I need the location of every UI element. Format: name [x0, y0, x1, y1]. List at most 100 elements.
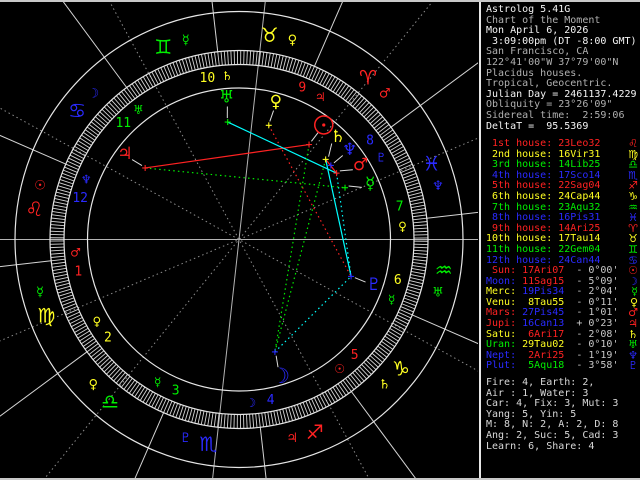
house-cusp-text: 6th house: 24Cap44: [486, 190, 601, 202]
planet-position: 6Ari17: [522, 328, 565, 340]
pluto-planet-icon: ♇: [366, 275, 381, 295]
mercury-planet-icon: ☿: [365, 174, 375, 194]
scorpio-ruler-icon: ♇: [180, 431, 192, 446]
moon-planet-icon: ☽: [271, 364, 290, 388]
leo-sign-icon: ♌: [25, 197, 43, 221]
element-tally-list: Fire: 4, Earth: 2, Air : 1, Water: 3 Car: …: [486, 377, 640, 452]
astrolog-window: ♈ ♂ ♉ ♀ ♊ ☿ ♋ ☽ ♌ ☉ ♍ ☿ ♎ ♀ ♏ ♇ ♐ ♃ ♑ ♄ ♒ ♅ ♓ ♆ 1 ♂ 2 ♀ 3 ☿ 4 ☽ 5 ☉ 6 ☿ 7 ♀ 8 ♇…: [0, 0, 640, 480]
aries-sign-icon: ♈: [359, 66, 377, 90]
planet-position: 27Pis45: [522, 307, 565, 319]
house-10-number: 10: [200, 71, 216, 86]
planet-position: 29Tau02: [522, 339, 565, 351]
planet-latitude: - 0°00': [564, 265, 619, 276]
header-line-6: 122°41'00"W 37°79'00"N: [486, 56, 619, 68]
natal-wheel-chart: ♈♂♉ ♀♊ ☿♋☽♌☉♍☿♎♀♏♇ ♐♃♑♄♒♅♓♆1♂2♀3☿4☽5☉6☿7♀8♇…: [0, 2, 478, 478]
planet-latitude: - 2°08': [564, 328, 619, 340]
venus-planet-icon: ♀: [270, 92, 282, 112]
house-4-number: 4: [267, 393, 275, 408]
pisces-sign-icon: ♓: [423, 152, 441, 176]
taurus-ruler-icon: ♀: [288, 33, 298, 48]
house-cusp-text: 1st house: 23Leo32: [486, 138, 601, 149]
scorpio-sign-icon: ♏: [199, 432, 217, 456]
house-3-ruler-icon: ☿: [154, 375, 161, 389]
chart-header: Astrolog 5.41G Chart of the Moment Mon Apr…: [486, 4, 640, 132]
sagittarius-sign-icon: ♐: [306, 420, 324, 444]
house-4-ruler-icon: ☽: [245, 396, 256, 410]
info-panel: Astrolog 5.41G Chart of the Moment Mon Apr…: [479, 2, 640, 478]
capricorn-sign-icon: ♑: [392, 356, 410, 380]
virgo-ruler-icon: ☿: [36, 285, 44, 300]
planet-name: Sun:: [486, 265, 523, 276]
planet-latitude: - 5°09': [564, 275, 619, 287]
planet-position: 16Can13: [522, 317, 565, 329]
jupiter-planet-icon: ♃: [117, 144, 132, 164]
house-cusp-text: 12th house: 24Can44: [486, 254, 601, 266]
libra-sign-icon: ♎: [101, 389, 119, 413]
house-9-ruler-icon: ♃: [315, 90, 326, 104]
gemini-ruler-icon: ☿: [182, 33, 190, 48]
house-6-number: 6: [394, 273, 402, 288]
taurus-sign-icon: ♉: [261, 23, 279, 47]
planet-position-list: Sun: 17Ari07 - 0°00' ☉ Moon: 11Sag15 - 5°0…: [486, 265, 640, 373]
planet-latitude: - 1°19': [564, 349, 619, 361]
house-8-ruler-icon: ♇: [376, 151, 387, 165]
capricorn-ruler-icon: ♄: [379, 378, 391, 393]
house-cusp-list: 1st house: 23Leo32 ♌ 2nd house: 16Vir31 ♍ …: [486, 138, 640, 266]
house-5-number: 5: [351, 348, 359, 363]
uranus-planet-icon: ♅: [219, 88, 234, 108]
cancer-ruler-icon: ☽: [88, 86, 100, 101]
house-6-ruler-icon: ☿: [388, 292, 395, 306]
planet-position: 2Ari25: [522, 349, 565, 361]
aquarius-sign-icon: ♒: [435, 258, 453, 282]
house-2-ruler-icon: ♀: [92, 314, 101, 328]
house-cusp-text: 7th house: 23Aqu32: [486, 201, 601, 213]
planet-position: 19Pis34: [522, 286, 565, 298]
house-12-ruler-icon: ♆: [81, 173, 92, 187]
house-5-ruler-icon: ☉: [334, 362, 345, 376]
header-line-11: Sidereal time: 2:59:06: [486, 109, 625, 121]
planet-position: 8Tau55: [522, 296, 565, 308]
stats-line: Learn: 6, Share: 4: [486, 440, 595, 452]
house-cusp-text: 3rd house: 14Lib25: [486, 159, 601, 171]
planet-name: Uran:: [486, 339, 523, 351]
house-8-number: 8: [366, 133, 374, 148]
header-line-12: DeltaT = 95.5369: [486, 120, 589, 132]
libra-ruler-icon: ♀: [88, 378, 98, 393]
house-11-number: 11: [115, 116, 131, 131]
planet-position: 17Ari07: [522, 265, 565, 276]
house-12-number: 12: [72, 191, 88, 206]
planet-name: Mars:: [486, 307, 523, 319]
pisces-ruler-icon: ♆: [432, 179, 444, 194]
plut-planet-icon: ♇: [628, 359, 638, 373]
header-line-1: Astrolog 5.41G: [486, 4, 571, 15]
house-cusp-text: 8th house: 16Pis31: [486, 212, 601, 224]
aries-ruler-icon: ♂: [379, 86, 391, 101]
house-cusp-text: 4th house: 17Sco14: [486, 169, 601, 181]
planet-position: 11Sag15: [522, 275, 565, 287]
planet-row: Plut: 5Aqu18 - 3°58' ♇: [486, 359, 640, 373]
aquarius-ruler-icon: ♅: [432, 285, 444, 300]
house-cusp-text: 9th house: 14Ari25: [486, 222, 601, 234]
house-cusp-text: 5th house: 22Sag04: [486, 180, 601, 192]
house-2-number: 2: [104, 331, 112, 346]
house-10-ruler-icon: ♄: [222, 69, 233, 83]
planet-latitude: - 1°01': [564, 307, 619, 319]
planet-latitude: - 2°04': [564, 286, 619, 298]
planet-name: Plut:: [486, 360, 523, 372]
sagittarius-ruler-icon: ♃: [286, 431, 298, 446]
stats-line: Ang: 2, Suc: 5, Cad: 3: [486, 429, 619, 441]
planet-name: Jupi:: [486, 317, 523, 329]
neptune-planet-icon: ♆: [342, 140, 357, 160]
house-cusp-text: 10th house: 17Tau14: [486, 233, 601, 245]
house-7-ruler-icon: ♀: [398, 220, 407, 234]
house-1-ruler-icon: ♂: [70, 245, 81, 259]
planet-name: Moon:: [486, 275, 523, 287]
house-9-number: 9: [298, 81, 306, 96]
planet-position: 5Aqu18: [522, 360, 565, 372]
planet-name: Merc:: [486, 286, 523, 298]
stats-line: Fire: 4, Earth: 2,: [486, 377, 595, 388]
gemini-sign-icon: ♊: [154, 35, 172, 59]
house-11-ruler-icon: ♅: [133, 103, 144, 117]
planet-latitude: - 3°58': [564, 360, 619, 372]
leo-ruler-icon: ☉: [34, 179, 46, 194]
